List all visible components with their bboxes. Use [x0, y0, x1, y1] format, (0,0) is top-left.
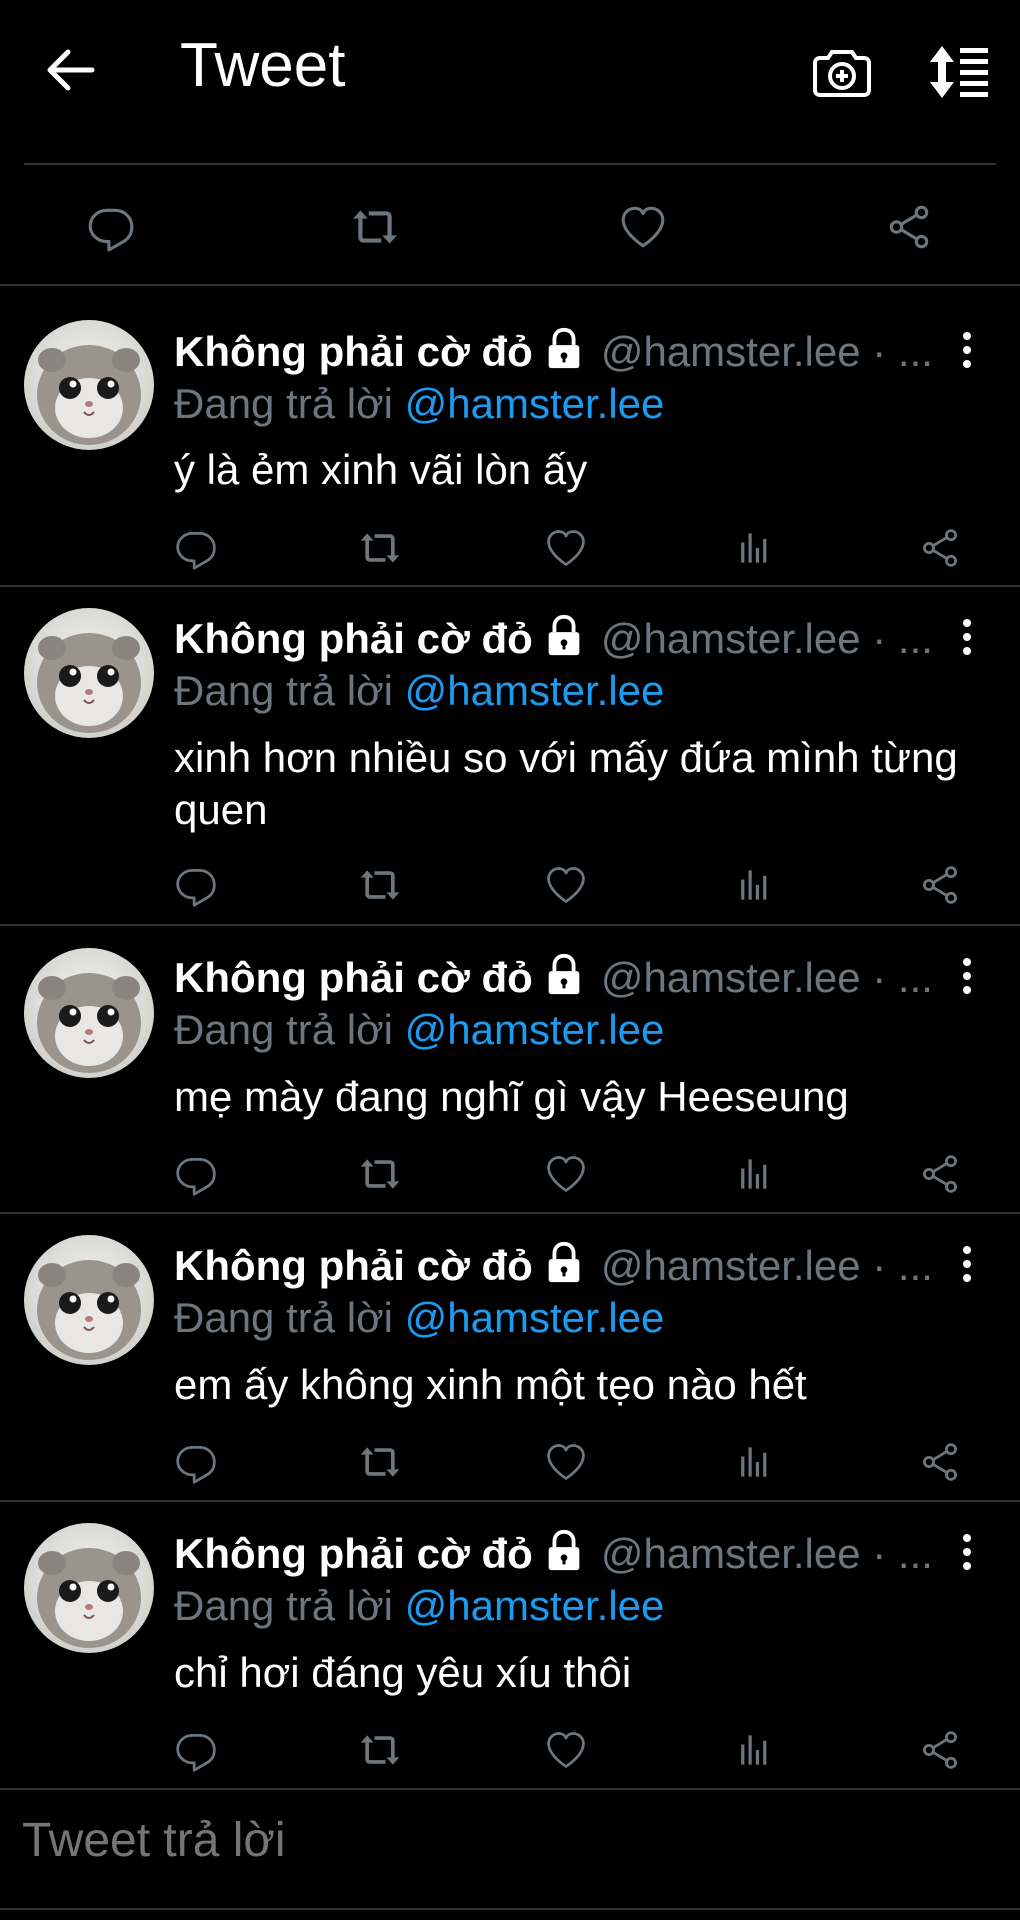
- tweet-author: Không phải cờ đỏ @hamster.lee · ...: [174, 326, 933, 376]
- avatar[interactable]: [24, 608, 154, 738]
- replying-prefix: Đang trả lời: [174, 1582, 393, 1629]
- lock-icon: [541, 952, 587, 998]
- tweet-text: mẹ mày đang nghĩ gì vậy Heeseung: [174, 1073, 849, 1120]
- stats-icon[interactable]: [732, 526, 776, 570]
- handle: @hamster.lee · ...: [600, 1530, 933, 1577]
- replying-to: Đang trả lời @hamster.lee: [174, 380, 664, 428]
- handle: @hamster.lee · ...: [600, 328, 933, 375]
- avatar[interactable]: [24, 320, 154, 450]
- stats-icon[interactable]: [732, 1728, 776, 1772]
- retweet-icon[interactable]: [358, 1440, 402, 1484]
- divider: [24, 163, 996, 165]
- handle: @hamster.lee · ...: [600, 615, 933, 662]
- retweet-icon[interactable]: [358, 526, 402, 570]
- like-icon[interactable]: [544, 1440, 588, 1484]
- tweet-actions: [0, 1152, 1020, 1202]
- mention-link[interactable]: @hamster.lee: [405, 1582, 665, 1629]
- more-options-icon[interactable]: [952, 1532, 982, 1572]
- lock-icon: [541, 326, 587, 372]
- reply-tweet[interactable]: Không phải cờ đỏ @hamster.lee · ... Đang …: [0, 587, 1020, 926]
- like-icon[interactable]: [544, 1728, 588, 1772]
- tweet-author: Không phải cờ đỏ @hamster.lee · ...: [174, 952, 933, 1002]
- display-name: Không phải cờ đỏ: [174, 954, 533, 1001]
- sort-list-icon[interactable]: [928, 42, 990, 102]
- tweet-actions: [0, 526, 1020, 576]
- avatar[interactable]: [24, 948, 154, 1078]
- mention-link[interactable]: @hamster.lee: [405, 1294, 665, 1341]
- reply-icon[interactable]: [174, 526, 218, 570]
- like-icon[interactable]: [544, 1152, 588, 1196]
- more-options-icon[interactable]: [952, 330, 982, 370]
- divider: [0, 1908, 1020, 1910]
- avatar[interactable]: [24, 1523, 154, 1653]
- lock-icon: [541, 1240, 587, 1286]
- reply-icon[interactable]: [86, 202, 136, 252]
- replying-to: Đang trả lời @hamster.lee: [174, 667, 664, 715]
- display-name: Không phải cờ đỏ: [174, 328, 533, 375]
- display-name: Không phải cờ đỏ: [174, 1530, 533, 1577]
- arrow-left-icon[interactable]: [40, 40, 100, 100]
- share-icon[interactable]: [918, 1152, 962, 1196]
- retweet-icon[interactable]: [358, 1728, 402, 1772]
- lock-icon: [541, 1528, 587, 1574]
- tweet-author: Không phải cờ đỏ @hamster.lee · ...: [174, 613, 933, 663]
- tweet-author: Không phải cờ đỏ @hamster.lee · ...: [174, 1528, 933, 1578]
- share-icon[interactable]: [918, 863, 962, 907]
- tweet-actions: [0, 1440, 1020, 1490]
- tweet-text: ý là ẻm xinh vãi lòn ấy: [174, 446, 588, 493]
- mention-link[interactable]: @hamster.lee: [405, 380, 665, 427]
- lock-icon: [541, 613, 587, 659]
- display-name: Không phải cờ đỏ: [174, 1242, 533, 1289]
- replying-prefix: Đang trả lời: [174, 1294, 393, 1341]
- like-icon[interactable]: [618, 202, 668, 252]
- mention-link[interactable]: @hamster.lee: [405, 1006, 665, 1053]
- tweet-text: xinh hơn nhiều so với mấy đứa mình từng …: [174, 734, 958, 833]
- handle: @hamster.lee · ...: [600, 954, 933, 1001]
- reply-icon[interactable]: [174, 1728, 218, 1772]
- camera-plus-icon[interactable]: [812, 42, 872, 102]
- reply-icon[interactable]: [174, 1152, 218, 1196]
- display-name: Không phải cờ đỏ: [174, 615, 533, 662]
- retweet-icon[interactable]: [350, 202, 400, 252]
- reply-icon[interactable]: [174, 863, 218, 907]
- reply-icon[interactable]: [174, 1440, 218, 1484]
- tweet-text: em ấy không xinh một tẹo nào hết: [174, 1361, 807, 1408]
- tweet-text: chỉ hơi đáng yêu xíu thôi: [174, 1649, 632, 1696]
- tweet-author: Không phải cờ đỏ @hamster.lee · ...: [174, 1240, 933, 1290]
- reply-input[interactable]: [20, 1812, 924, 1869]
- more-options-icon[interactable]: [952, 617, 982, 657]
- reply-tweet[interactable]: Không phải cờ đỏ @hamster.lee · ... Đang …: [0, 286, 1020, 587]
- replying-prefix: Đang trả lời: [174, 380, 393, 427]
- tweet-actions: [0, 863, 1020, 913]
- main-tweet-actions: [0, 166, 1020, 284]
- retweet-icon[interactable]: [358, 1152, 402, 1196]
- handle: @hamster.lee · ...: [600, 1242, 933, 1289]
- mention-link[interactable]: @hamster.lee: [405, 667, 665, 714]
- reply-composer: [0, 1790, 1020, 1908]
- share-icon[interactable]: [918, 1440, 962, 1484]
- retweet-icon[interactable]: [358, 863, 402, 907]
- tweet-actions: [0, 1728, 1020, 1778]
- share-icon[interactable]: [918, 1728, 962, 1772]
- reply-tweet[interactable]: Không phải cờ đỏ @hamster.lee · ... Đang …: [0, 1502, 1020, 1790]
- more-options-icon[interactable]: [952, 956, 982, 996]
- like-icon[interactable]: [544, 863, 588, 907]
- avatar[interactable]: [24, 1235, 154, 1365]
- replying-prefix: Đang trả lời: [174, 1006, 393, 1053]
- more-options-icon[interactable]: [952, 1244, 982, 1284]
- share-icon[interactable]: [918, 526, 962, 570]
- stats-icon[interactable]: [732, 1152, 776, 1196]
- stats-icon[interactable]: [732, 863, 776, 907]
- like-icon[interactable]: [544, 526, 588, 570]
- replying-prefix: Đang trả lời: [174, 667, 393, 714]
- top-app-bar: Tweet: [0, 0, 1020, 140]
- replying-to: Đang trả lời @hamster.lee: [174, 1006, 664, 1054]
- stats-icon[interactable]: [732, 1440, 776, 1484]
- reply-tweet[interactable]: Không phải cờ đỏ @hamster.lee · ... Đang …: [0, 926, 1020, 1214]
- replying-to: Đang trả lời @hamster.lee: [174, 1294, 664, 1342]
- page-title: Tweet: [180, 31, 346, 100]
- share-icon[interactable]: [884, 202, 934, 252]
- replying-to: Đang trả lời @hamster.lee: [174, 1582, 664, 1630]
- reply-tweet[interactable]: Không phải cờ đỏ @hamster.lee · ... Đang …: [0, 1214, 1020, 1502]
